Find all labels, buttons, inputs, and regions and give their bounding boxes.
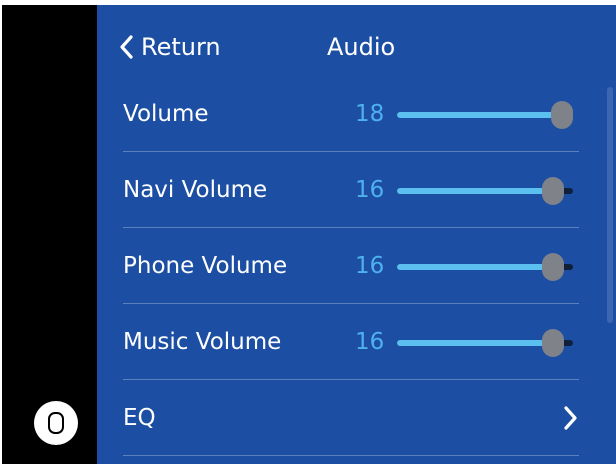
row-value: 16: [355, 177, 385, 203]
row-value: 18: [355, 101, 385, 127]
slider-fill: [397, 188, 554, 194]
row-label: Music Volume: [123, 329, 282, 355]
volume-row: Volume 18: [123, 76, 579, 152]
row-value: 16: [355, 329, 385, 355]
row-label: EQ: [123, 405, 156, 431]
phone-volume-slider[interactable]: [397, 253, 573, 281]
left-sidebar: [2, 5, 97, 464]
slider-thumb[interactable]: [551, 101, 573, 129]
chevron-right-icon: [564, 406, 577, 430]
slider-thumb[interactable]: [542, 329, 565, 357]
row-label: Phone Volume: [123, 253, 288, 279]
row-value: 16: [355, 253, 385, 279]
return-label: Return: [141, 33, 221, 61]
header: Return Audio: [97, 5, 616, 85]
audio-settings-screen: Return Audio Volume 18 Navi Volume 16 Ph…: [97, 5, 616, 464]
slider-fill: [397, 340, 554, 346]
home-button-icon: [48, 412, 64, 434]
slider-thumb[interactable]: [542, 177, 565, 205]
music-volume-slider[interactable]: [397, 329, 573, 357]
chevron-left-icon: [120, 35, 133, 59]
row-label: Volume: [123, 101, 209, 127]
row-label: Navi Volume: [123, 177, 268, 203]
slider-thumb[interactable]: [542, 253, 565, 281]
slider-fill: [397, 264, 554, 270]
volume-slider[interactable]: [397, 101, 573, 129]
home-button[interactable]: [34, 401, 78, 445]
music-volume-row: Music Volume 16: [123, 304, 579, 380]
navi-volume-row: Navi Volume 16: [123, 152, 579, 228]
scrollbar[interactable]: [607, 87, 613, 323]
slider-fill: [397, 112, 562, 118]
eq-row[interactable]: EQ: [123, 380, 579, 456]
return-button[interactable]: Return: [119, 31, 221, 63]
phone-volume-row: Phone Volume 16: [123, 228, 579, 304]
navi-volume-slider[interactable]: [397, 177, 573, 205]
page-title: Audio: [327, 33, 396, 61]
